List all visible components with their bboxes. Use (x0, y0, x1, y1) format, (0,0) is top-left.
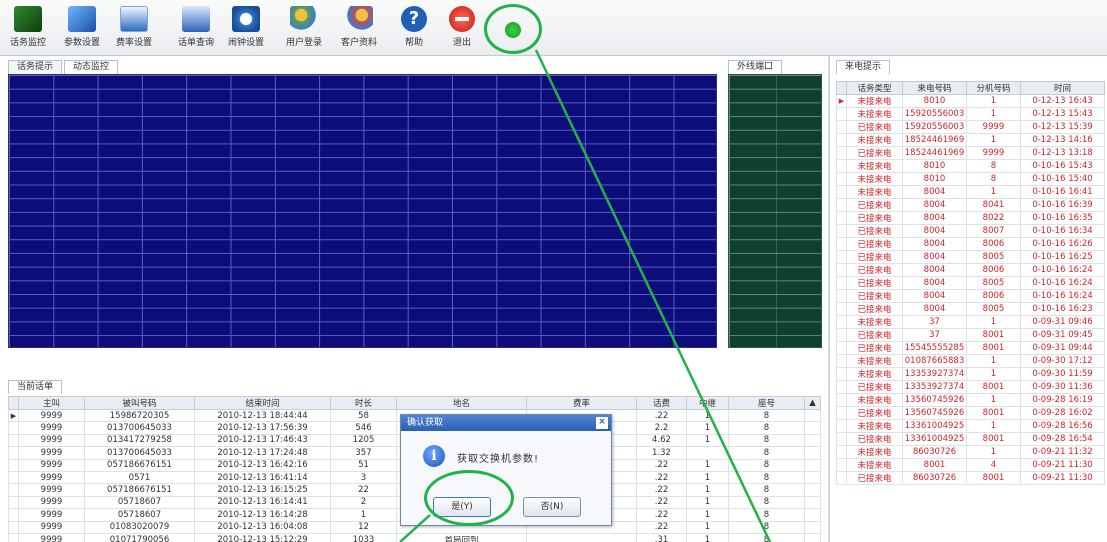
arrow-line (534, 49, 772, 542)
annotation-arrows (399, 49, 772, 542)
arrow-line (399, 514, 431, 542)
